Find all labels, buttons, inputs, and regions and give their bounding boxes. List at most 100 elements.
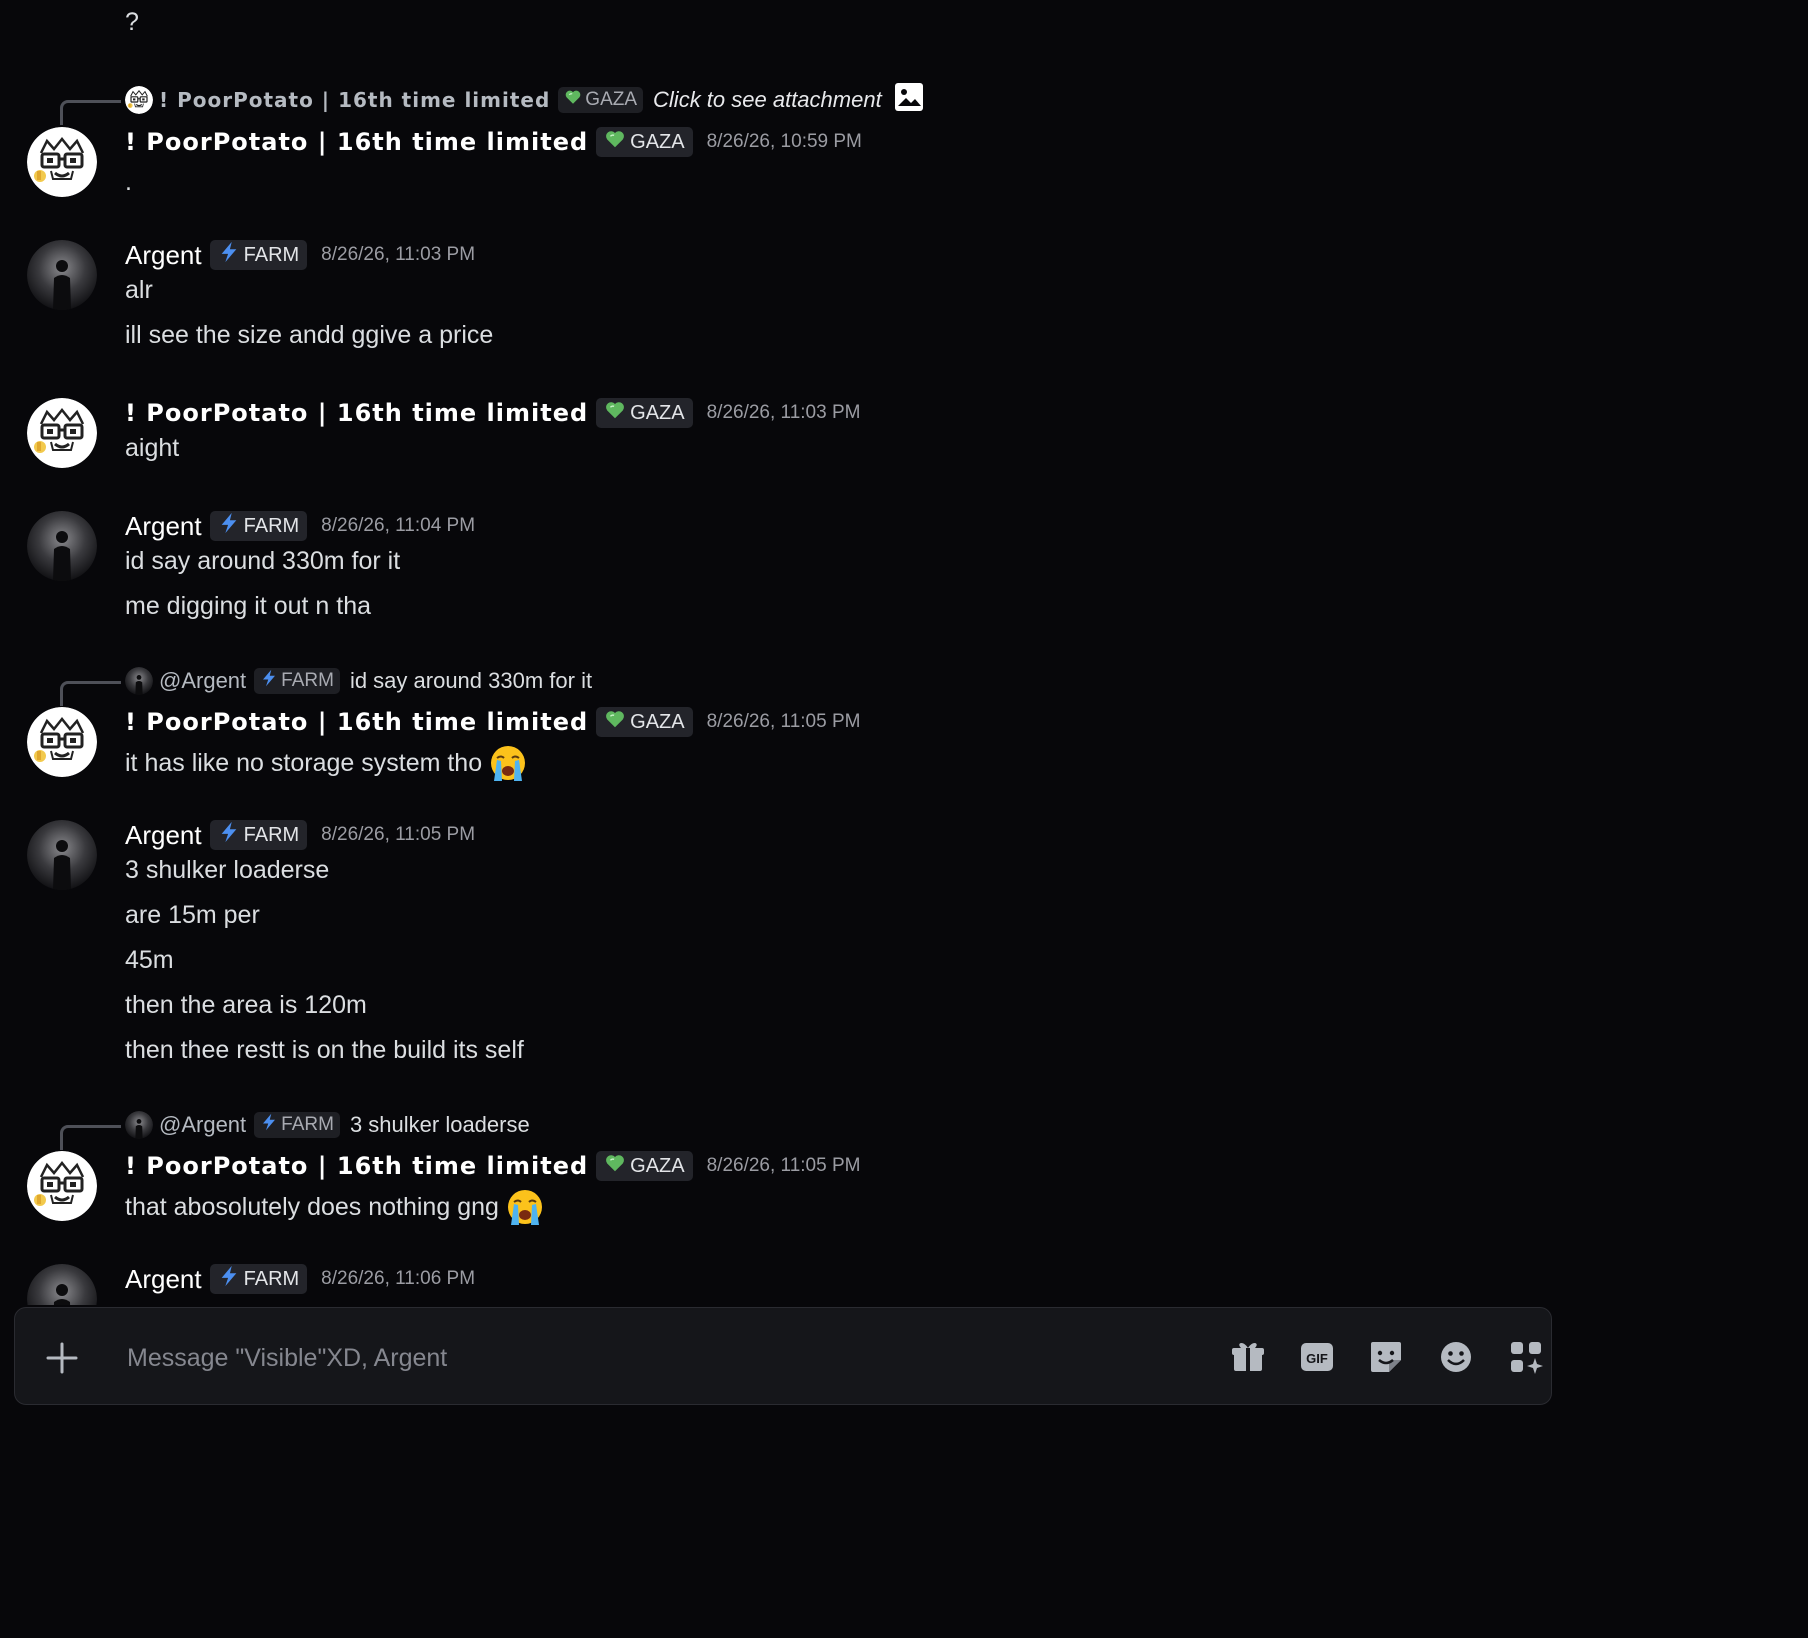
attachment-link[interactable]: Click to see attachment xyxy=(653,82,924,118)
message-text: that abosolutely does nothing gng xyxy=(125,1187,545,1227)
message-text: then the area is 120m xyxy=(125,991,367,1020)
image-icon xyxy=(894,82,924,118)
lightning-icon xyxy=(260,669,278,693)
message-text: 45m xyxy=(125,946,174,975)
message-header: Argent FARM 8/26/26, 11:06 PM xyxy=(125,1262,475,1296)
timestamp[interactable]: 8/26/26, 11:05 PM xyxy=(321,824,475,846)
role-tag[interactable]: FARM xyxy=(209,240,308,270)
message-composer: GIF xyxy=(14,1307,1552,1405)
plus-icon[interactable] xyxy=(45,1341,79,1375)
message-header: Argent FARM 8/26/26, 11:04 PM xyxy=(125,509,475,543)
message-text-content: . xyxy=(125,168,132,196)
heart-icon xyxy=(564,88,582,112)
role-tag-label: FARM xyxy=(243,514,300,537)
role-tag[interactable]: FARM xyxy=(209,1264,308,1294)
avatar[interactable] xyxy=(27,127,97,197)
avatar[interactable] xyxy=(27,1264,97,1305)
emoji-icon[interactable] xyxy=(1437,1338,1475,1376)
role-tag-label: FARM xyxy=(243,1267,300,1290)
message-input[interactable] xyxy=(125,1332,1189,1384)
timestamp[interactable]: 8/26/26, 11:06 PM xyxy=(321,1268,475,1290)
message-text: ? xyxy=(125,8,139,36)
timestamp[interactable]: 8/26/26, 11:04 PM xyxy=(321,515,475,537)
role-tag[interactable]: GAZA xyxy=(596,707,693,737)
role-tag[interactable]: FARM xyxy=(209,820,308,850)
avatar[interactable] xyxy=(27,398,97,468)
author-name[interactable]: ! PoorPotato | 16th time limited xyxy=(125,399,588,427)
author-name[interactable]: Argent xyxy=(125,511,202,542)
message-text-content: 45m xyxy=(125,946,174,974)
avatar[interactable] xyxy=(27,240,97,310)
reply-avatar xyxy=(125,86,153,114)
author-name[interactable]: Argent xyxy=(125,1264,202,1295)
author-name[interactable]: ! PoorPotato | 16th time limited xyxy=(125,1152,588,1180)
author-name[interactable]: ! PoorPotato | 16th time limited xyxy=(125,708,588,736)
author-name[interactable]: Argent xyxy=(125,820,202,851)
reply-preview[interactable]: ! PoorPotato | 16th time limited GAZA Clic… xyxy=(0,82,1568,125)
message-text-content: aight xyxy=(125,434,180,462)
reply-avatar xyxy=(125,1111,153,1139)
reply-text: id say around 330m for it xyxy=(349,668,593,693)
role-tag[interactable]: GAZA xyxy=(596,127,693,157)
gif-label: GIF xyxy=(1306,1351,1328,1366)
lightning-icon xyxy=(218,512,240,540)
avatar[interactable] xyxy=(27,707,97,777)
gif-icon[interactable]: GIF xyxy=(1298,1338,1336,1376)
author-name[interactable]: Argent xyxy=(125,240,202,271)
reply-content: @Argent FARM 3 shulker loaderse xyxy=(125,1108,530,1142)
message-text-content: id say around 330m for it xyxy=(125,547,401,575)
timestamp[interactable]: 8/26/26, 11:05 PM xyxy=(707,1155,861,1177)
chat-window: ? ! PoorPotato | 16th time limited GAZA Cl… xyxy=(0,0,1568,1421)
message-text-content: me digging it out n tha xyxy=(125,592,371,620)
apps-icon[interactable] xyxy=(1507,1338,1545,1376)
avatar[interactable] xyxy=(27,511,97,581)
reply-author[interactable]: ! PoorPotato | 16th time limited xyxy=(159,88,550,112)
reply-spine xyxy=(60,1125,121,1150)
message-header: ! PoorPotato | 16th time limited GAZA 8/26… xyxy=(125,125,862,159)
role-tag[interactable]: FARM xyxy=(209,511,308,541)
reply-author[interactable]: @Argent xyxy=(159,1112,246,1138)
message-text-content: are 15m per xyxy=(125,901,260,929)
avatar[interactable] xyxy=(27,820,97,890)
message-text-content: 3 shulker loaderse xyxy=(125,856,330,884)
heart-icon xyxy=(604,399,626,427)
role-tag-label: GAZA xyxy=(630,130,685,153)
message-text: me digging it out n tha xyxy=(125,592,371,621)
message-text: alr xyxy=(125,276,153,305)
timestamp[interactable]: 8/26/26, 10:59 PM xyxy=(707,131,862,153)
heart-icon xyxy=(604,708,626,736)
heart-icon xyxy=(604,1152,626,1180)
sticker-icon[interactable] xyxy=(1367,1338,1405,1376)
lightning-icon xyxy=(218,1265,240,1293)
timestamp[interactable]: 8/26/26, 11:03 PM xyxy=(707,402,861,424)
timestamp[interactable]: 8/26/26, 11:03 PM xyxy=(321,244,475,266)
reply-preview[interactable]: @Argent FARM 3 shulker loaderse xyxy=(0,1108,1568,1150)
message-text: 3 shulker loaderse xyxy=(125,856,329,885)
loudly-crying-face-emoji xyxy=(488,743,528,783)
message-text-content: ill see the size andd ggive a price xyxy=(125,321,494,349)
role-tag: GAZA xyxy=(558,87,644,113)
timestamp[interactable]: 8/26/26, 11:05 PM xyxy=(707,711,861,733)
attachment-text: Click to see attachment xyxy=(653,87,882,112)
avatar[interactable] xyxy=(27,1151,97,1221)
reply-author[interactable]: @Argent xyxy=(159,668,246,694)
message-text-content: then thee restt is on the build its self xyxy=(125,1036,524,1064)
role-tag[interactable]: GAZA xyxy=(596,398,693,428)
role-tag-label: GAZA xyxy=(630,710,685,733)
message-text-content: then the area is 120m xyxy=(125,991,367,1019)
author-name[interactable]: ! PoorPotato | 16th time limited xyxy=(125,128,588,156)
gift-icon[interactable] xyxy=(1229,1338,1267,1376)
lightning-icon xyxy=(218,241,240,269)
role-tag[interactable]: GAZA xyxy=(596,1151,693,1181)
role-tag-label: GAZA xyxy=(585,89,638,110)
role-tag-label: FARM xyxy=(243,243,300,266)
reply-spine xyxy=(60,100,121,125)
message-text-content: that abosolutely does nothing gng xyxy=(125,1192,499,1221)
message-text: . xyxy=(125,168,132,197)
role-tag: FARM xyxy=(254,1112,340,1138)
role-tag-label: GAZA xyxy=(630,401,685,424)
message-text: it has like no storage system tho xyxy=(125,743,528,783)
loudly-crying-face-emoji xyxy=(505,1187,545,1227)
reply-preview[interactable]: @Argent FARM id say around 330m for it xyxy=(0,664,1568,706)
message-text-content: alr xyxy=(125,276,153,304)
